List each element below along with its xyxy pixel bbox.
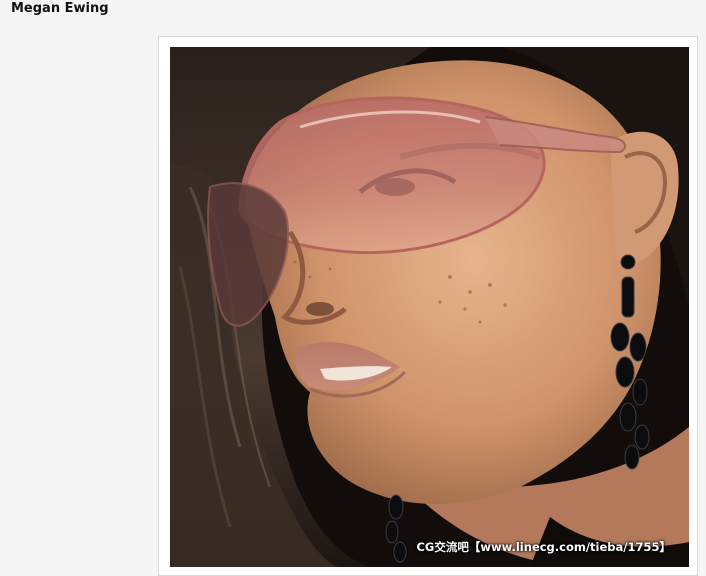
image-watermark: CG交流吧【www.linecg.com/tieba/1755】 [416, 540, 671, 554]
post-author-name[interactable]: Megan Ewing [11, 0, 109, 17]
post-image-frame: CG交流吧【www.linecg.com/tieba/1755】 [158, 36, 698, 576]
portrait-illustration [170, 47, 689, 567]
post-image[interactable]: CG交流吧【www.linecg.com/tieba/1755】 [170, 47, 689, 567]
